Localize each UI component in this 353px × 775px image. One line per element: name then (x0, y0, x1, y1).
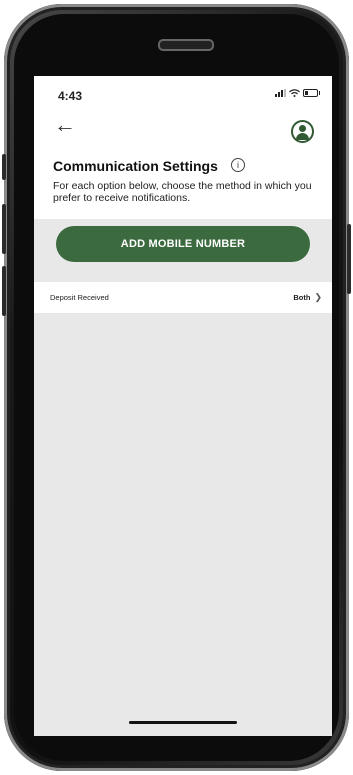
app-screen: 4:43 ← Communication Settings i For each… (34, 76, 332, 736)
battery-icon (303, 89, 320, 97)
status-icons (275, 89, 320, 97)
volume-down-button (2, 266, 6, 316)
wifi-icon (289, 89, 300, 97)
page-description: For each option below, choose the method… (53, 180, 312, 204)
mute-switch (2, 154, 6, 180)
setting-label: Deposit Received (50, 293, 109, 302)
home-indicator[interactable] (129, 721, 237, 724)
add-mobile-number-button[interactable]: ADD MOBILE NUMBER (56, 226, 310, 262)
setting-value-group: Both ❯ (293, 292, 322, 303)
chevron-right-icon: ❯ (314, 292, 322, 302)
page-title: Communication Settings (53, 158, 218, 174)
speaker-grille (158, 39, 214, 51)
status-time: 4:43 (58, 89, 83, 103)
volume-up-button (2, 204, 6, 254)
setting-row-deposit-received[interactable]: Deposit Received Both ❯ (34, 282, 332, 313)
power-button (347, 224, 351, 294)
back-arrow-icon[interactable]: ← (54, 114, 76, 136)
profile-icon[interactable] (291, 120, 314, 143)
setting-value: Both (293, 293, 311, 302)
signal-icon (275, 89, 286, 97)
info-icon[interactable]: i (231, 158, 245, 172)
